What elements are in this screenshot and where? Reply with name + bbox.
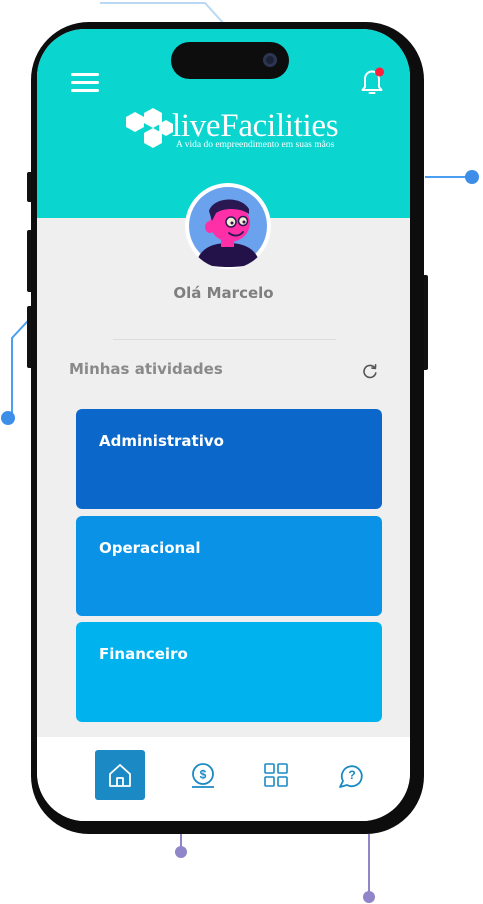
activity-card-label: Administrativo — [99, 432, 224, 450]
home-icon — [109, 764, 131, 787]
notification-bell-icon[interactable] — [357, 65, 387, 99]
nav-apps[interactable] — [251, 750, 301, 800]
svg-text:$: $ — [200, 768, 207, 782]
bottom-navigation: $ ? — [37, 737, 410, 821]
nav-help[interactable]: ? — [326, 750, 376, 800]
camera-icon — [263, 53, 277, 67]
refresh-icon[interactable] — [361, 362, 379, 380]
logo-hexagons-icon — [126, 108, 173, 148]
activity-card-label: Operacional — [99, 539, 201, 557]
user-avatar[interactable] — [185, 183, 271, 269]
hamburger-menu-icon[interactable] — [71, 73, 99, 95]
dynamic-island — [171, 42, 289, 79]
activity-card-operacional[interactable]: Operacional — [76, 516, 382, 616]
money-icon: $ — [192, 763, 214, 788]
activity-card-financeiro[interactable]: Financeiro — [76, 622, 382, 722]
activity-card-label: Financeiro — [99, 645, 188, 663]
nav-home[interactable] — [95, 750, 145, 800]
help-chat-icon: ? — [339, 765, 363, 788]
activity-card-administrativo[interactable]: Administrativo — [76, 409, 382, 509]
divider — [113, 339, 336, 340]
user-greeting: Olá Marcelo — [173, 284, 274, 302]
svg-text:?: ? — [348, 768, 355, 782]
brand-tagline: A vida do empreendimento em suas mãos — [176, 140, 335, 150]
grid-icon — [264, 763, 288, 787]
app-logo: liveFacilities A vida do empreendimento … — [125, 108, 355, 152]
activities-section-title: Minhas atividades — [69, 360, 223, 378]
nav-financeiro[interactable]: $ — [178, 750, 228, 800]
phone-screen: liveFacilities A vida do empreendimento … — [37, 29, 410, 821]
